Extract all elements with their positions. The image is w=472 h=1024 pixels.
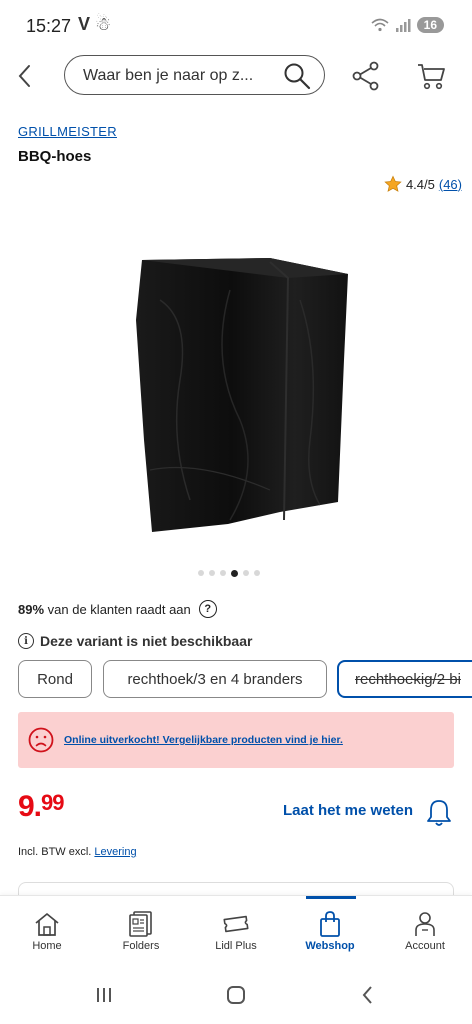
back-button-icon[interactable] — [356, 983, 380, 1007]
nav-label: Account — [405, 940, 445, 952]
product-title: BBQ-hoes — [18, 148, 92, 165]
carousel-dot[interactable] — [198, 570, 204, 576]
notify-me-button[interactable]: Laat het me weten — [283, 802, 413, 819]
variant-note: i Deze variant is niet beschikbaar — [18, 633, 252, 649]
folders-icon — [129, 911, 152, 937]
bottom-navigation: Home Folders Lidl Plus Webshop Account — [0, 895, 472, 965]
carousel-dot[interactable] — [220, 570, 226, 576]
battery-indicator: 16 — [416, 17, 444, 33]
carousel-dot[interactable] — [231, 569, 238, 577]
cart-icon[interactable] — [416, 60, 446, 92]
brand-link[interactable]: GRILLMEISTER — [18, 124, 117, 139]
alert-link[interactable]: Online uitverkocht! Vergelijkbare produc… — [64, 734, 343, 746]
vat-text: Incl. BTW excl. — [18, 846, 92, 858]
search-placeholder: Waar ben je naar op z... — [83, 67, 254, 84]
account-icon — [415, 912, 435, 936]
nav-item-home[interactable]: Home — [7, 896, 87, 966]
variant-label: rechthoek/3 en 4 branders — [127, 670, 303, 688]
variant-label: rechthoekig/2 bi — [355, 670, 461, 688]
share-icon[interactable] — [350, 60, 382, 92]
nav-label: Home — [32, 940, 62, 952]
bell-icon[interactable] — [425, 798, 453, 828]
home-button-icon[interactable] — [224, 983, 248, 1007]
back-arrow-icon[interactable] — [12, 58, 38, 94]
status-right: 16 — [371, 17, 444, 33]
nav-label: Webshop — [305, 940, 355, 952]
star-icon — [384, 175, 402, 192]
delivery-link[interactable]: Levering — [94, 846, 136, 858]
home-icon — [35, 913, 59, 936]
product-image[interactable] — [120, 240, 360, 540]
nav-item-account[interactable]: Account — [385, 896, 465, 966]
rating-value: 4.4/5 — [405, 176, 435, 192]
variant-selector: Rond rechthoek/3 en 4 branders rechthoek… — [0, 660, 472, 698]
variant-label: Rond — [37, 670, 73, 688]
variant-option-rond[interactable]: Rond — [18, 660, 92, 698]
ticket-icon — [223, 915, 249, 933]
recent-apps-icon[interactable] — [92, 983, 116, 1007]
recommend-text: van de klanten raadt aan — [47, 601, 191, 617]
price-cents: 99 — [41, 790, 65, 815]
system-navigation-bar — [0, 965, 472, 1024]
variant-option-rechthoekig-selected[interactable]: rechthoekig/2 bi — [337, 660, 472, 698]
wifi-icon — [371, 18, 389, 32]
search-input[interactable]: Waar ben je naar op z... — [64, 55, 325, 95]
signal-icon — [395, 19, 411, 32]
variant-note-text: Deze variant is niet beschikbaar — [40, 633, 253, 649]
notification-icons: V ☃ — [78, 14, 112, 34]
sold-out-alert: Online uitverkocht! Vergelijkbare produc… — [18, 712, 454, 768]
carousel-indicator[interactable] — [198, 569, 260, 577]
shopping-bag-icon — [320, 911, 340, 937]
rating[interactable]: 4.4/5 (46) — [384, 175, 462, 193]
nav-item-folders[interactable]: Folders — [101, 896, 181, 966]
nav-label: Lidl Plus — [215, 940, 257, 952]
nav-label: Folders — [122, 940, 160, 952]
price: 9.99 — [18, 790, 65, 824]
recommendation: 89% van de klanten raadt aan ? — [18, 600, 217, 618]
info-icon: i — [18, 633, 34, 649]
variant-option-rechthoek[interactable]: rechthoek/3 en 4 branders — [103, 660, 327, 698]
price-main: 9. — [18, 790, 42, 823]
app-header: Waar ben je naar op z... — [0, 52, 472, 100]
status-bar: 15:27 V ☃ 16 — [0, 0, 472, 52]
carousel-dot[interactable] — [254, 570, 260, 576]
status-time: 15:27 — [26, 16, 72, 36]
nav-item-lidl-plus[interactable]: Lidl Plus — [196, 896, 276, 966]
carousel-dot[interactable] — [209, 570, 215, 576]
carousel-dot[interactable] — [243, 570, 249, 576]
sad-face-icon — [28, 727, 54, 753]
rating-count-link[interactable]: (46) — [439, 177, 462, 192]
help-icon[interactable]: ? — [198, 600, 217, 618]
recommend-percent: 89% — [18, 601, 45, 617]
nav-item-webshop[interactable]: Webshop — [290, 896, 370, 966]
search-icon[interactable] — [282, 61, 312, 91]
vat-info: Incl. BTW excl. Levering — [18, 846, 137, 858]
